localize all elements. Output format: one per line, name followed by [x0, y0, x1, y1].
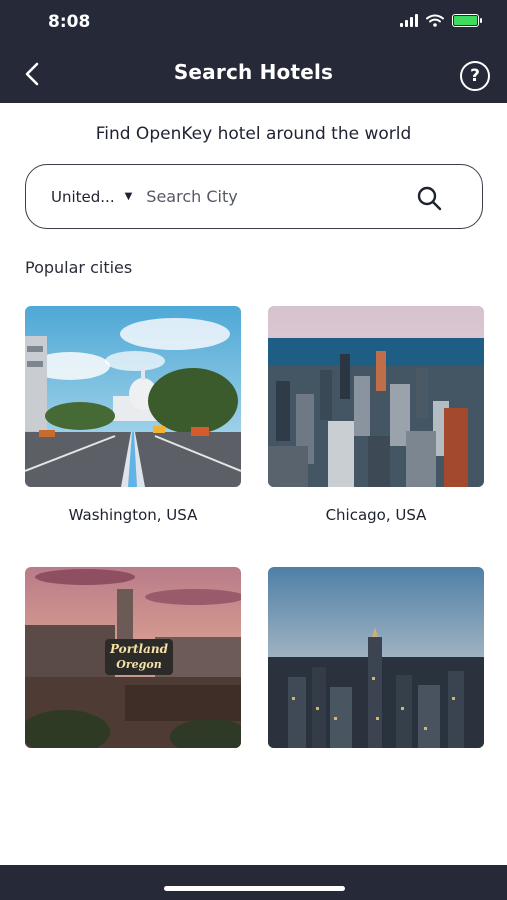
cellular-signal-icon	[400, 14, 418, 27]
new-york-city-image	[268, 567, 484, 748]
caret-down-icon: ▼	[124, 191, 133, 202]
city-search-input[interactable]	[146, 187, 397, 206]
country-selected-value: United...	[51, 187, 115, 206]
chicago-city-image	[268, 306, 484, 487]
help-icon: ?	[470, 66, 480, 86]
svg-text:Portland: Portland	[109, 642, 169, 656]
wifi-icon	[426, 14, 444, 27]
svg-text:Oregon: Oregon	[116, 658, 161, 671]
search-icon[interactable]	[416, 185, 442, 211]
battery-charging-icon	[452, 14, 482, 27]
status-icons	[400, 14, 482, 27]
city-name-chicago: Chicago, USA	[325, 506, 427, 524]
city-card-new-york[interactable]	[268, 567, 484, 767]
city-name-washington: Washington, USA	[68, 506, 198, 524]
search-subtitle: Find OpenKey hotel around the world	[95, 124, 412, 144]
bottom-bar	[0, 865, 507, 900]
city-card-chicago[interactable]: Chicago, USA	[268, 306, 484, 524]
country-dropdown[interactable]: United... ▼	[51, 188, 132, 206]
popular-cities-heading: Popular cities	[25, 258, 133, 277]
home-indicator[interactable]	[164, 886, 345, 891]
page-title: Search Hotels	[173, 60, 334, 84]
search-bar: United... ▼	[25, 164, 483, 229]
top-app-bar: 8:08 Search Hotels ?	[0, 0, 507, 103]
portland-city-image: Portland Oregon	[25, 567, 241, 748]
city-card-washington[interactable]: Washington, USA	[25, 306, 241, 524]
status-time: 8:08	[48, 12, 91, 32]
city-card-portland[interactable]: Portland Oregon	[25, 567, 241, 767]
washington-city-image	[25, 306, 241, 487]
help-button[interactable]: ?	[460, 61, 490, 91]
